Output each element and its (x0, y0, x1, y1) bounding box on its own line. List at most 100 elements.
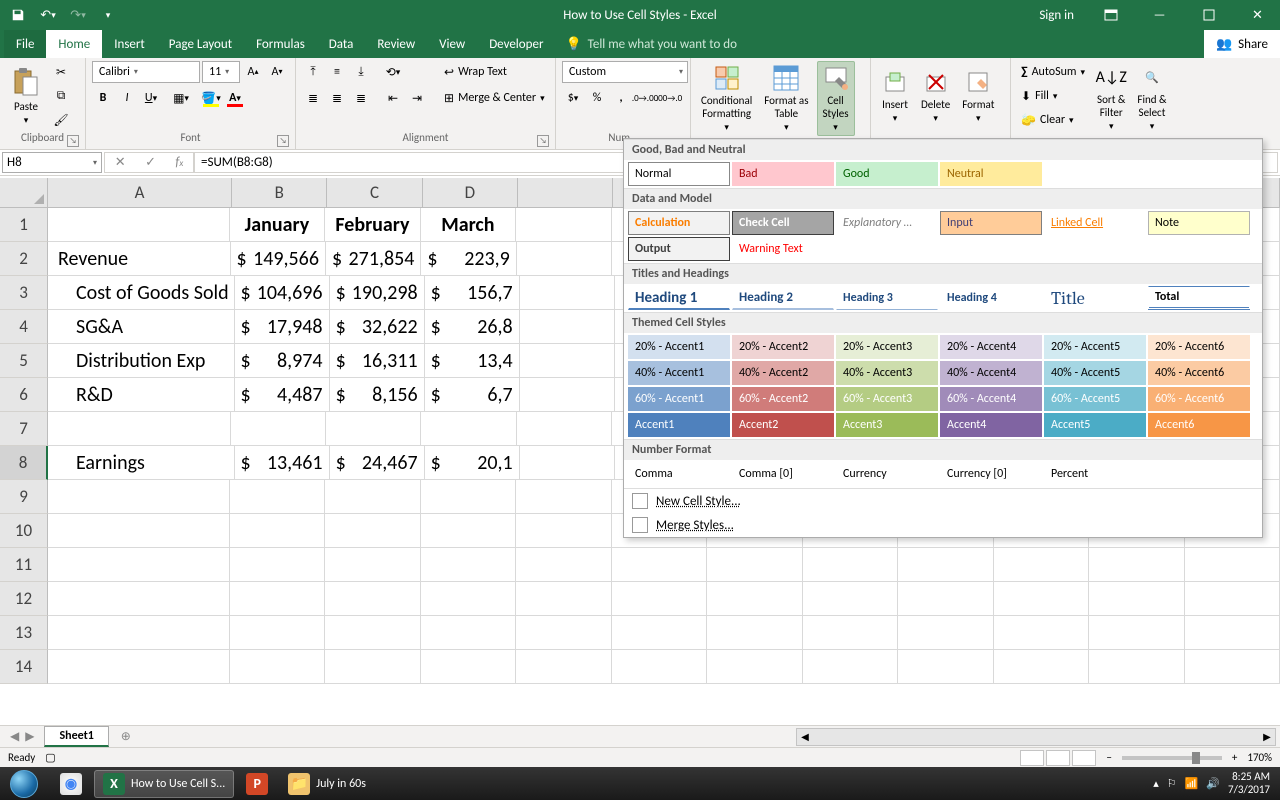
cell[interactable] (520, 446, 615, 480)
style-number-format[interactable]: Percent (1044, 462, 1146, 486)
style-warning[interactable]: Warning Text (732, 237, 834, 261)
cell[interactable] (520, 276, 615, 310)
style-accent-tint[interactable]: 20% - Accent2 (732, 335, 834, 359)
decrease-font-icon[interactable]: A▾ (266, 61, 288, 83)
cell[interactable] (48, 582, 230, 616)
normal-view-icon[interactable] (1020, 750, 1044, 766)
format-cells-button[interactable]: Format▾ (958, 61, 998, 131)
style-check-cell[interactable]: Check Cell (732, 211, 834, 235)
number-format-combo[interactable]: Custom▾ (562, 61, 688, 83)
cell[interactable] (1185, 616, 1280, 650)
cell[interactable] (994, 616, 1089, 650)
align-center-icon[interactable]: ≣ (326, 87, 348, 109)
dialog-launcher-icon[interactable]: ↘ (277, 135, 289, 147)
cell[interactable]: R&D (48, 378, 235, 412)
cell[interactable] (516, 616, 611, 650)
increase-indent-icon[interactable]: ⇥ (406, 87, 428, 109)
tab-home[interactable]: Home (46, 30, 102, 58)
cell[interactable] (516, 582, 611, 616)
merge-styles-item[interactable]: Merge Styles... (624, 513, 1262, 537)
style-accent-tint[interactable]: 40% - Accent3 (836, 361, 938, 385)
style-accent-tint[interactable]: 20% - Accent6 (1148, 335, 1250, 359)
cell[interactable] (612, 650, 707, 684)
column-header[interactable]: C (327, 178, 422, 208)
cell[interactable]: SG&A (48, 310, 235, 344)
style-heading4[interactable]: Heading 4 (940, 286, 1042, 310)
style-accent-tint[interactable]: 40% - Accent6 (1148, 361, 1250, 385)
style-accent-tint[interactable]: 60% - Accent4 (940, 387, 1042, 411)
cell[interactable] (898, 582, 993, 616)
tray-flag-icon[interactable]: ⚐ (1167, 777, 1177, 790)
cell[interactable] (517, 412, 612, 446)
cell[interactable] (48, 480, 230, 514)
select-all-button[interactable] (0, 178, 48, 208)
cell[interactable] (707, 616, 802, 650)
conditional-formatting-button[interactable]: Conditional Formatting▾ (697, 61, 756, 136)
font-size-combo[interactable]: 11▾ (202, 61, 240, 83)
fx-icon[interactable]: fx (175, 155, 183, 170)
cell[interactable] (421, 582, 516, 616)
cell[interactable] (421, 480, 516, 514)
cell[interactable]: $104,696 (235, 276, 330, 310)
decrease-indent-icon[interactable]: ⇤ (382, 87, 404, 109)
cell-styles-button[interactable]: Cell Styles▾ (817, 61, 855, 136)
style-accent-tint[interactable]: 60% - Accent1 (628, 387, 730, 411)
cell[interactable]: $156,7 (425, 276, 520, 310)
cell[interactable] (516, 514, 611, 548)
align-bottom-icon[interactable]: ⤓ (350, 61, 372, 83)
clear-button[interactable]: 🧽Clear▾ (1017, 109, 1089, 131)
close-icon[interactable]: ✕ (1235, 0, 1280, 30)
column-header[interactable]: D (423, 178, 518, 208)
cell[interactable] (520, 344, 615, 378)
cell[interactable]: March (421, 208, 516, 242)
sort-filter-button[interactable]: A↓ZSort & Filter▾ (1093, 61, 1129, 134)
style-heading1[interactable]: Heading 1 (628, 286, 730, 310)
tab-page-layout[interactable]: Page Layout (157, 30, 244, 58)
style-normal[interactable]: Normal (628, 162, 730, 186)
font-color-icon[interactable]: A▾ (224, 87, 246, 109)
cell[interactable] (707, 650, 802, 684)
paste-button[interactable]: Paste ▾ (6, 61, 46, 131)
style-accent-tint[interactable]: 40% - Accent4 (940, 361, 1042, 385)
style-heading2[interactable]: Heading 2 (732, 286, 834, 310)
sheet-tab[interactable]: Sheet1 (44, 726, 108, 747)
taskbar-chrome[interactable]: ◉ (52, 770, 90, 798)
style-accent-tint[interactable]: 40% - Accent1 (628, 361, 730, 385)
tab-formulas[interactable]: Formulas (244, 30, 317, 58)
cell[interactable] (48, 616, 230, 650)
cell[interactable] (230, 548, 325, 582)
style-number-format[interactable]: Currency [0] (940, 462, 1042, 486)
cell[interactable] (520, 310, 615, 344)
bold-button[interactable]: B (92, 87, 114, 109)
decrease-decimal-icon[interactable]: .00→.0 (658, 87, 680, 109)
style-explanatory[interactable]: Explanatory … (836, 211, 938, 235)
cell[interactable] (707, 548, 802, 582)
cell[interactable]: $149,566 (231, 242, 326, 276)
style-note[interactable]: Note (1148, 211, 1250, 235)
cell[interactable] (516, 650, 611, 684)
style-number-format[interactable]: Comma (628, 462, 730, 486)
tab-insert[interactable]: Insert (102, 30, 157, 58)
align-middle-icon[interactable]: ≡ (326, 61, 348, 83)
tab-file[interactable]: File (4, 30, 46, 58)
customize-qat-icon[interactable]: ▾ (96, 3, 120, 27)
borders-icon[interactable]: ▦▾ (170, 87, 192, 109)
align-left-icon[interactable]: ≣ (302, 87, 324, 109)
row-header[interactable]: 1 (0, 208, 48, 242)
style-accent-tint[interactable]: 60% - Accent3 (836, 387, 938, 411)
column-header[interactable]: B (232, 178, 327, 208)
cell[interactable] (48, 208, 230, 242)
cell[interactable] (1089, 616, 1184, 650)
cell[interactable] (325, 582, 420, 616)
cell[interactable] (230, 582, 325, 616)
row-header[interactable]: 10 (0, 514, 48, 548)
row-header[interactable]: 9 (0, 480, 48, 514)
column-header[interactable]: A (48, 178, 232, 208)
insert-cells-button[interactable]: Insert▾ (877, 61, 913, 131)
cell[interactable] (230, 616, 325, 650)
fill-color-icon[interactable]: 🪣▾ (200, 87, 222, 109)
style-input[interactable]: Input (940, 211, 1042, 235)
start-button[interactable] (0, 767, 48, 800)
tell-me-search[interactable]: 💡 Tell me what you want to do (555, 30, 1203, 58)
cell[interactable]: January (230, 208, 325, 242)
